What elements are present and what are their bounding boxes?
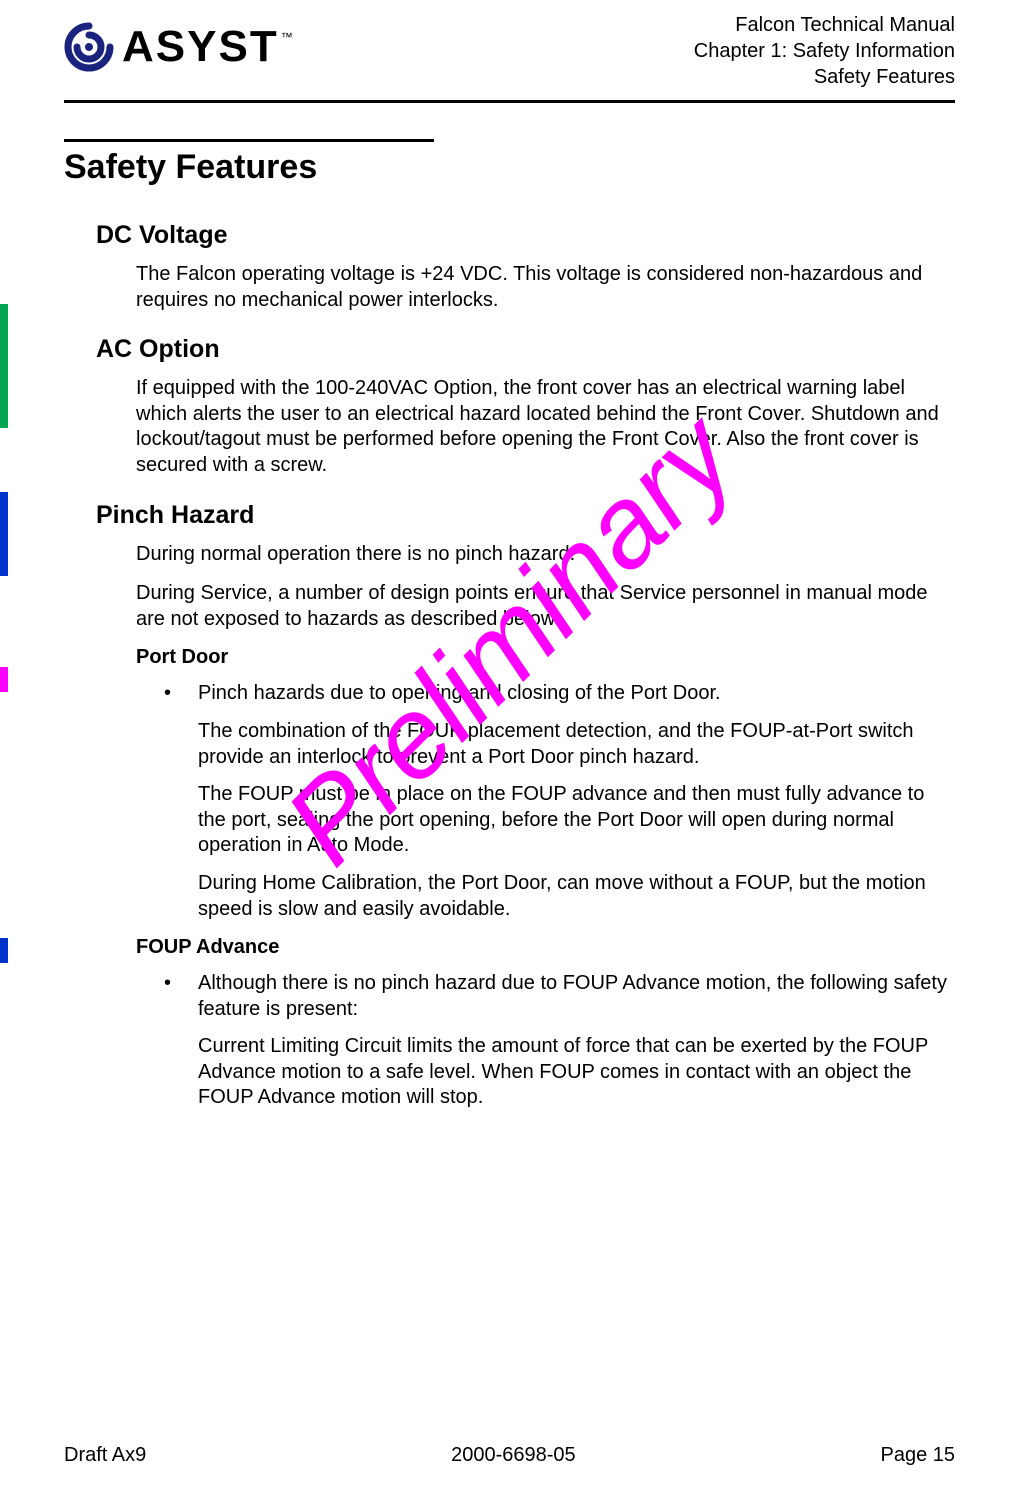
- changebar-blue-1: [0, 492, 8, 576]
- logo-trademark: ™: [279, 22, 293, 44]
- page-footer: Draft Ax9 2000-6698-05 Page 15: [64, 1444, 955, 1467]
- paragraph: The FOUP must be in place on the FOUP ad…: [198, 782, 955, 859]
- footer-docnum: 2000-6698-05: [451, 1444, 576, 1467]
- heading-ac-option: AC Option: [96, 335, 955, 364]
- bullet-icon: •: [164, 971, 198, 1022]
- header-chapter: Chapter 1: Safety Information: [694, 38, 955, 64]
- subheading-port-door: Port Door: [136, 646, 955, 669]
- header-right: Falcon Technical Manual Chapter 1: Safet…: [694, 12, 955, 90]
- paragraph: The Falcon operating voltage is +24 VDC.…: [136, 262, 955, 313]
- paragraph: During Home Calibration, the Port Door, …: [198, 871, 955, 922]
- footer-page: Page 15: [880, 1444, 955, 1467]
- page-header: ASYST ™ Falcon Technical Manual Chapter …: [64, 12, 955, 103]
- logo-swirl-icon: [64, 22, 114, 72]
- paragraph: Current Limiting Circuit limits the amou…: [198, 1034, 955, 1111]
- changebar-magenta-1: [0, 667, 8, 692]
- header-section: Safety Features: [694, 64, 955, 90]
- page-title: Safety Features: [64, 148, 955, 187]
- logo: ASYST ™: [64, 12, 293, 72]
- paragraph: During Service, a number of design point…: [136, 581, 955, 632]
- header-manual-title: Falcon Technical Manual: [694, 12, 955, 38]
- subheading-foup-advance: FOUP Advance: [136, 936, 955, 959]
- paragraph: The combination of the FOUP placement de…: [198, 719, 955, 770]
- heading-pinch-hazard: Pinch Hazard: [96, 501, 955, 530]
- bullet-item: • Although there is no pinch hazard due …: [164, 971, 955, 1022]
- changebar-green-1: [0, 304, 8, 428]
- bullet-item: • Pinch hazards due to opening and closi…: [164, 681, 955, 707]
- logo-name: ASYST: [122, 22, 279, 72]
- logo-text: ASYST ™: [122, 22, 293, 72]
- footer-draft: Draft Ax9: [64, 1444, 146, 1467]
- bullet-text: Pinch hazards due to opening and closing…: [198, 681, 721, 707]
- section-rule: [64, 139, 434, 142]
- changebar-blue-2: [0, 938, 8, 963]
- bullet-icon: •: [164, 681, 198, 707]
- bullet-text: Although there is no pinch hazard due to…: [198, 971, 955, 1022]
- heading-dc-voltage: DC Voltage: [96, 221, 955, 250]
- paragraph: If equipped with the 100-240VAC Option, …: [136, 376, 955, 478]
- paragraph: During normal operation there is no pinc…: [136, 542, 955, 568]
